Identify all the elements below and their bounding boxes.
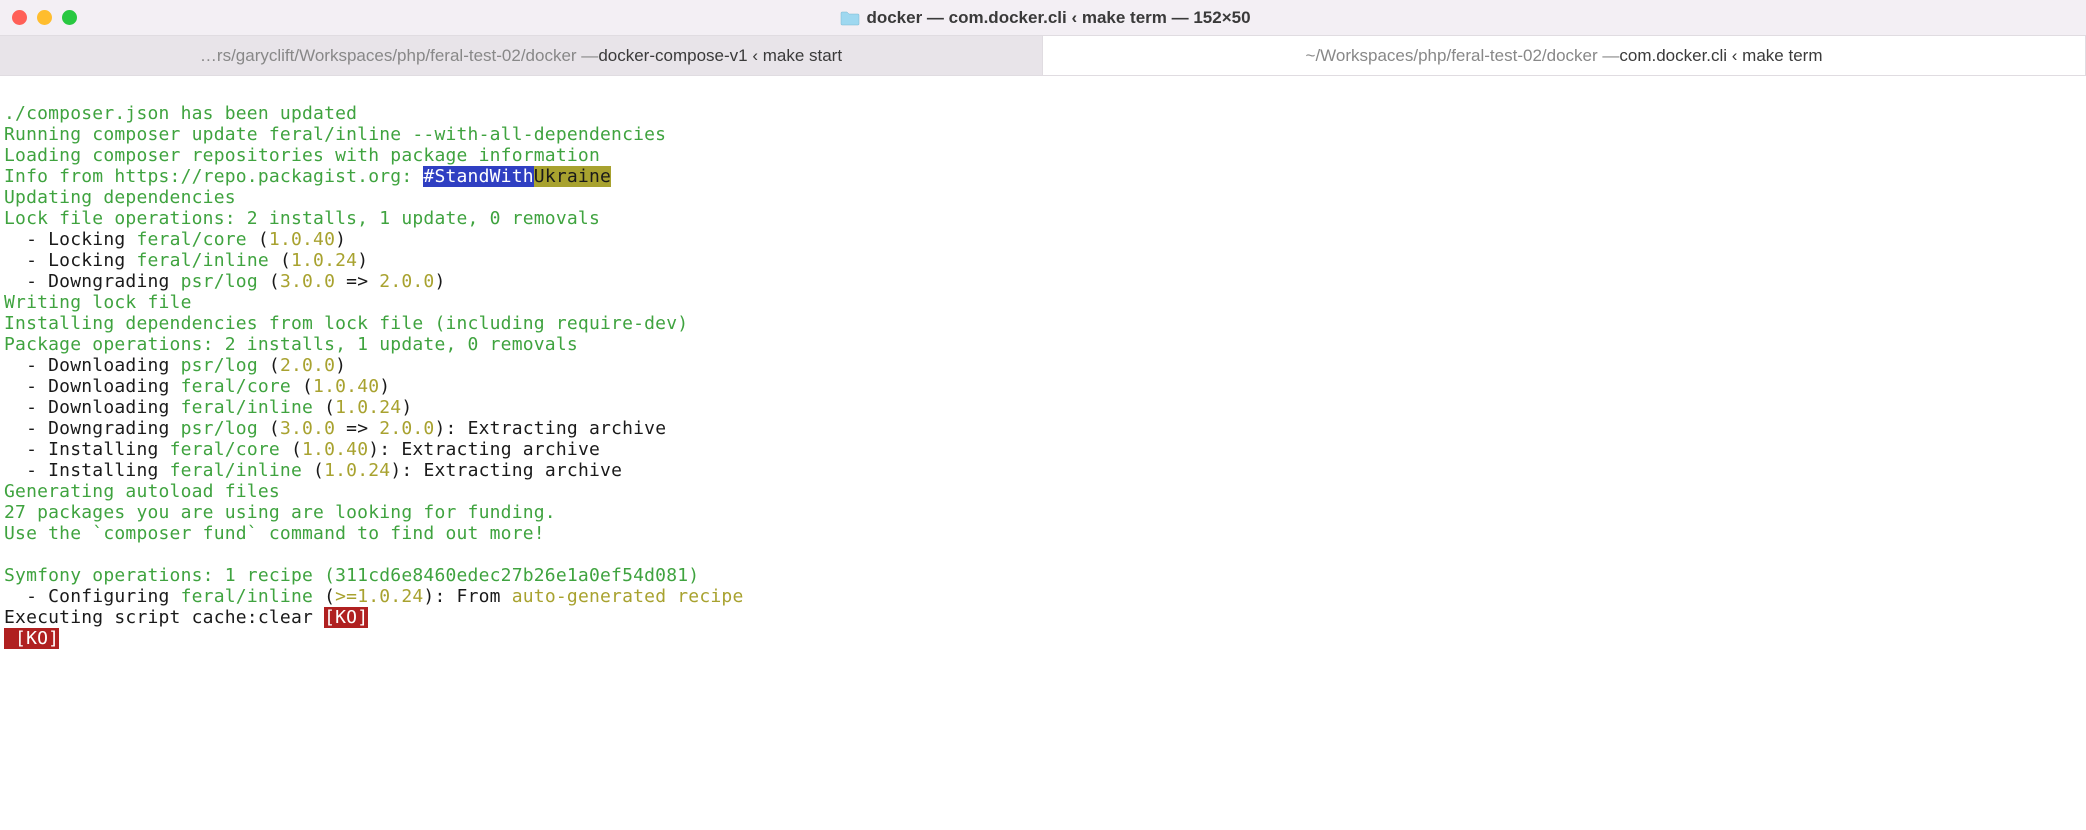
version: 1.0.40 [313, 376, 379, 397]
terminal-line: - Downloading [4, 376, 181, 397]
version: 3.0.0 [280, 418, 335, 439]
version: 1.0.24 [335, 397, 401, 418]
terminal-line: - Locking [4, 250, 136, 271]
package-name: psr/log [181, 355, 258, 376]
terminal-line: Package operations: 2 installs, 1 update… [4, 334, 578, 355]
terminal-line: - Downgrading [4, 418, 181, 439]
package-name: psr/log [181, 271, 258, 292]
tab-bar: …rs/garyclift/Workspaces/php/feral-test-… [0, 36, 2086, 76]
package-name: feral/core [170, 439, 280, 460]
terminal-line: Symfony operations: 1 recipe (311cd6e846… [4, 565, 699, 586]
terminal-output[interactable]: ./composer.json has been updated Running… [0, 76, 2086, 655]
version: >=1.0.24 [335, 586, 423, 607]
stand-with-badge: #StandWith [423, 166, 533, 187]
terminal-line: Updating dependencies [4, 187, 236, 208]
close-button[interactable] [12, 10, 27, 25]
tab-path-main: com.docker.cli ‹ make term [1619, 46, 1822, 66]
version: 2.0.0 [379, 418, 434, 439]
package-name: feral/inline [181, 586, 313, 607]
package-name: feral/core [181, 376, 291, 397]
version: 2.0.0 [280, 355, 335, 376]
version: 1.0.24 [291, 250, 357, 271]
ko-badge: [KO] [4, 628, 59, 649]
terminal-line: Writing lock file [4, 292, 192, 313]
package-name: psr/log [181, 418, 258, 439]
version: 2.0.0 [379, 271, 434, 292]
folder-icon [840, 10, 860, 26]
ko-badge: [KO] [324, 607, 368, 628]
terminal-line: - Downloading [4, 397, 181, 418]
package-name: feral/core [136, 229, 246, 250]
terminal-line: 27 packages you are using are looking fo… [4, 502, 556, 523]
terminal-line: - Downgrading [4, 271, 181, 292]
package-name: feral/inline [181, 397, 313, 418]
maximize-button[interactable] [62, 10, 77, 25]
version: 1.0.24 [324, 460, 390, 481]
terminal-line: Installing dependencies from lock file (… [4, 313, 688, 334]
terminal-line: - Installing [4, 439, 170, 460]
tab-path-prefix: …rs/garyclift/Workspaces/php/feral-test-… [200, 46, 598, 66]
terminal-line: Lock file operations: 2 installs, 1 upda… [4, 208, 600, 229]
terminal-line: - Locking [4, 229, 136, 250]
ukraine-badge: Ukraine [534, 166, 611, 187]
tab-docker-compose[interactable]: …rs/garyclift/Workspaces/php/feral-test-… [0, 36, 1043, 75]
terminal-line: Info from https://repo.packagist.org: [4, 166, 423, 187]
tab-path-main: docker-compose-v1 ‹ make start [598, 46, 842, 66]
package-name: feral/inline [170, 460, 302, 481]
package-name: feral/inline [136, 250, 268, 271]
tab-path-prefix: ~/Workspaces/php/feral-test-02/docker — [1306, 46, 1620, 66]
version: 3.0.0 [280, 271, 335, 292]
window-controls [12, 10, 77, 25]
version: 1.0.40 [302, 439, 368, 460]
terminal-line: Use the `composer fund` command to find … [4, 523, 545, 544]
version: 1.0.40 [269, 229, 335, 250]
recipe-source: auto-generated recipe [512, 586, 744, 607]
terminal-line: Running composer update feral/inline --w… [4, 124, 666, 145]
terminal-line: - Installing [4, 460, 170, 481]
window-title-text: docker — com.docker.cli ‹ make term — 15… [866, 8, 1250, 28]
window-title: docker — com.docker.cli ‹ make term — 15… [77, 8, 2014, 28]
terminal-line: - Configuring [4, 586, 181, 607]
terminal-line: Generating autoload files [4, 481, 280, 502]
terminal-line: Loading composer repositories with packa… [4, 145, 600, 166]
minimize-button[interactable] [37, 10, 52, 25]
tab-docker-cli[interactable]: ~/Workspaces/php/feral-test-02/docker — … [1043, 36, 2086, 75]
window-titlebar: docker — com.docker.cli ‹ make term — 15… [0, 0, 2086, 36]
terminal-line: ./composer.json has been updated [4, 103, 357, 124]
terminal-line: - Downloading [4, 355, 181, 376]
terminal-line: Executing script cache:clear [4, 607, 324, 628]
